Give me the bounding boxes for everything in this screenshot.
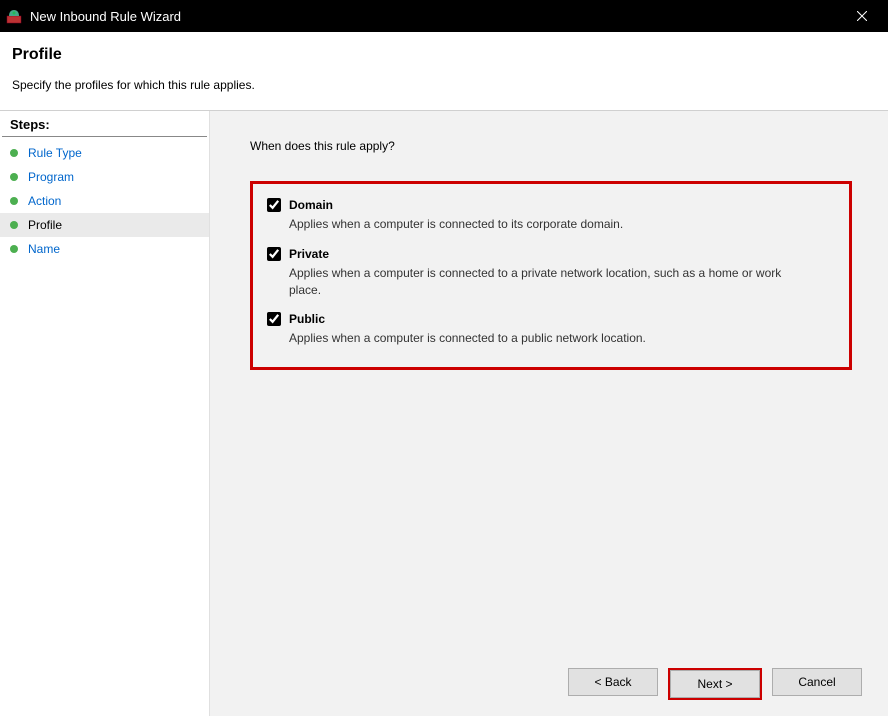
bullet-icon [10, 197, 18, 205]
public-label: Public [289, 312, 325, 326]
window-title: New Inbound Rule Wizard [30, 9, 842, 24]
bullet-icon [10, 221, 18, 229]
domain-desc: Applies when a computer is connected to … [289, 216, 799, 233]
button-bar: < Back Next > Cancel [568, 668, 862, 700]
profile-option-public: Public Applies when a computer is connec… [267, 312, 831, 347]
wizard-body: Steps: Rule Type Program Action Profile … [0, 111, 888, 716]
public-desc: Applies when a computer is connected to … [289, 330, 799, 347]
step-label: Program [28, 170, 74, 184]
cancel-button[interactable]: Cancel [772, 668, 862, 696]
bullet-icon [10, 149, 18, 157]
page-title: Profile [12, 46, 876, 64]
step-profile[interactable]: Profile [0, 213, 209, 237]
private-label: Private [289, 247, 329, 261]
titlebar: New Inbound Rule Wizard [0, 0, 888, 32]
profile-option-private: Private Applies when a computer is conne… [267, 247, 831, 299]
wizard-header: Profile Specify the profiles for which t… [0, 32, 888, 111]
step-rule-type[interactable]: Rule Type [0, 141, 209, 165]
step-action[interactable]: Action [0, 189, 209, 213]
step-label: Rule Type [28, 146, 82, 160]
step-label: Name [28, 242, 60, 256]
step-label: Action [28, 194, 61, 208]
domain-checkbox[interactable] [267, 198, 281, 212]
next-button[interactable]: Next > [670, 670, 760, 698]
profile-options-box: Domain Applies when a computer is connec… [250, 181, 852, 370]
bullet-icon [10, 173, 18, 181]
step-label: Profile [28, 218, 62, 232]
step-program[interactable]: Program [0, 165, 209, 189]
back-button[interactable]: < Back [568, 668, 658, 696]
domain-label: Domain [289, 198, 333, 212]
question-text: When does this rule apply? [250, 139, 852, 153]
steps-sidebar: Steps: Rule Type Program Action Profile … [0, 111, 210, 716]
content-pane: When does this rule apply? Domain Applie… [210, 111, 888, 716]
page-subtitle: Specify the profiles for which this rule… [12, 78, 876, 92]
steps-heading: Steps: [2, 113, 207, 137]
private-desc: Applies when a computer is connected to … [289, 265, 799, 299]
firewall-icon [6, 8, 22, 24]
profile-option-domain: Domain Applies when a computer is connec… [267, 198, 831, 233]
step-name[interactable]: Name [0, 237, 209, 261]
next-button-highlight: Next > [668, 668, 762, 700]
public-checkbox[interactable] [267, 312, 281, 326]
private-checkbox[interactable] [267, 247, 281, 261]
close-button[interactable] [842, 0, 882, 32]
close-icon [857, 11, 867, 21]
bullet-icon [10, 245, 18, 253]
